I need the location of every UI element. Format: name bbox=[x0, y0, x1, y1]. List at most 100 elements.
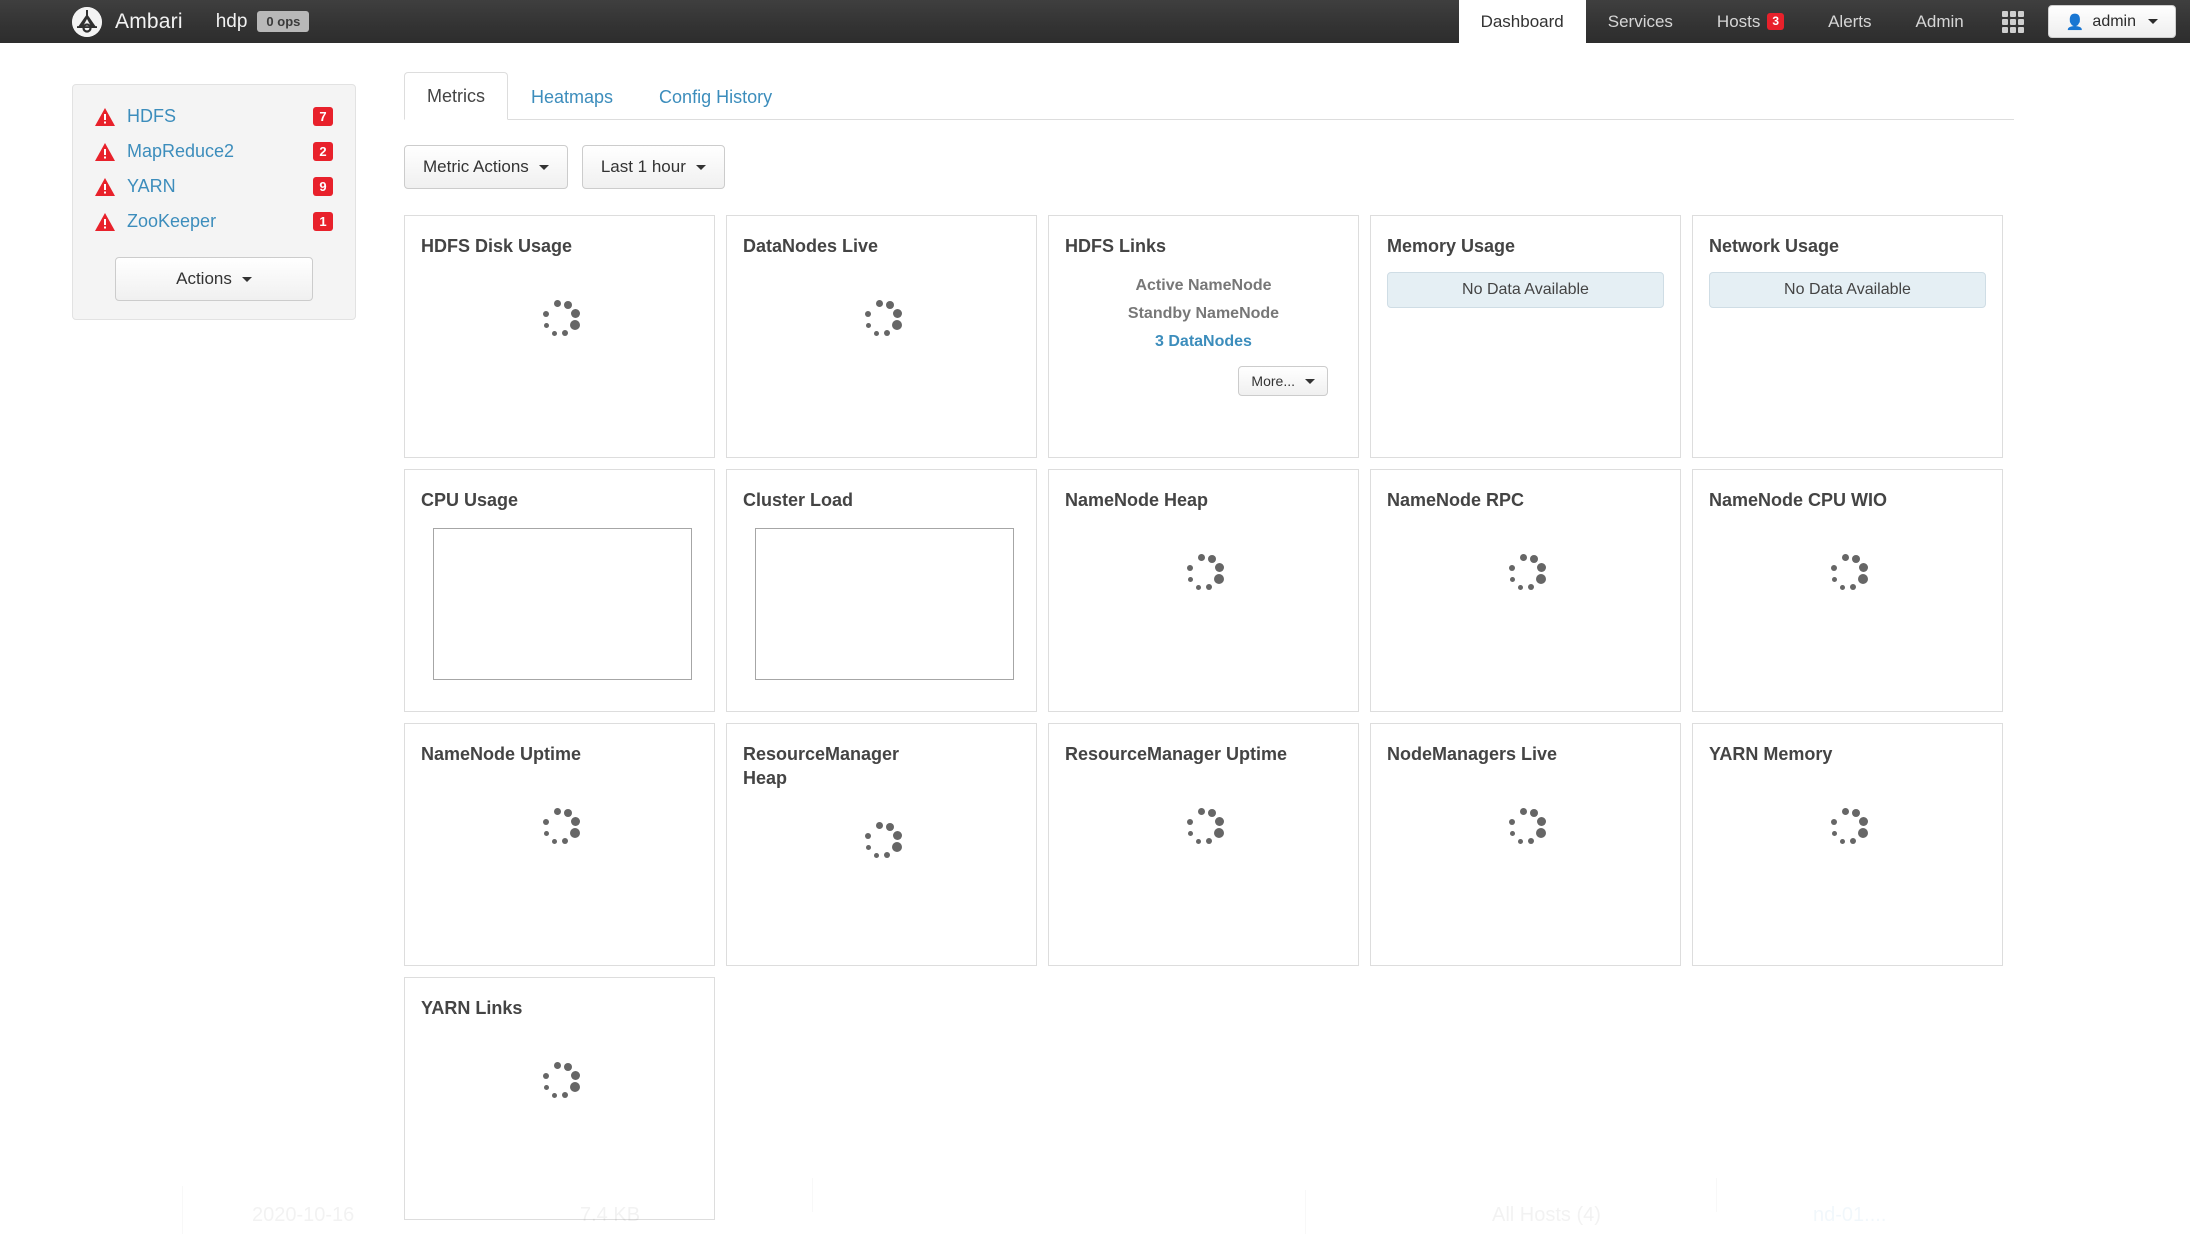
alert-triangle-icon bbox=[95, 177, 117, 196]
ambari-logo-icon[interactable] bbox=[72, 6, 102, 37]
chevron-down-icon bbox=[1305, 378, 1315, 384]
more-button-label: More... bbox=[1251, 373, 1295, 390]
loading-spinner-icon bbox=[1503, 553, 1549, 599]
chevron-down-icon bbox=[241, 276, 252, 282]
nav-item-services[interactable]: Services bbox=[1586, 0, 1695, 43]
user-icon: 👤 bbox=[2065, 13, 2085, 31]
chevron-down-icon bbox=[695, 164, 706, 170]
actions-button-wrap: Actions bbox=[73, 257, 355, 301]
nav-item-dashboard[interactable]: Dashboard bbox=[1458, 0, 1586, 43]
widget-resourcemanager-uptime[interactable]: ResourceManager Uptime bbox=[1048, 723, 1359, 966]
widget-title: ResourceManager Heap bbox=[743, 744, 900, 789]
loading-spinner-icon bbox=[1503, 807, 1549, 853]
tab-heatmaps[interactable]: Heatmaps bbox=[508, 73, 636, 121]
loading-spinner-wrap bbox=[421, 1024, 698, 1144]
sidebar-item-label: MapReduce2 bbox=[127, 141, 235, 161]
link-standby-namenode[interactable]: Standby NameNode bbox=[1065, 300, 1342, 328]
widget-cluster-load[interactable]: Cluster Load bbox=[726, 469, 1037, 712]
widget-title: HDFS Links bbox=[1065, 236, 1167, 256]
more-button-wrap: More... bbox=[1065, 366, 1342, 397]
link-datanodes[interactable]: 3 DataNodes bbox=[1065, 328, 1342, 356]
widget-nodemanagers-live[interactable]: NodeManagers Live bbox=[1370, 723, 1681, 966]
loading-spinner-icon bbox=[537, 299, 583, 345]
nav-item-label: Alerts bbox=[1828, 11, 1872, 31]
widget-namenode-heap[interactable]: NameNode Heap bbox=[1048, 469, 1359, 712]
metric-actions-button[interactable]: Metric Actions bbox=[404, 145, 568, 189]
apps-grid-button[interactable] bbox=[1986, 0, 2040, 43]
widget-namenode-uptime[interactable]: NameNode Uptime bbox=[404, 723, 715, 966]
widget-title: NodeManagers Live bbox=[1387, 744, 1558, 764]
widget-title: Network Usage bbox=[1709, 236, 1840, 256]
alert-triangle-icon bbox=[95, 212, 117, 231]
sidebar-item-label: YARN bbox=[127, 176, 176, 196]
main-content: Metrics Heatmaps Config History Metric A… bbox=[404, 71, 2014, 1220]
sidebar-item-yarn[interactable]: YARN 9 bbox=[73, 169, 355, 204]
sidebar-item-hdfs[interactable]: HDFS 7 bbox=[73, 99, 355, 134]
ops-badge[interactable]: 0 ops bbox=[257, 10, 310, 33]
tab-label: Metrics bbox=[427, 85, 485, 106]
widget-yarn-links[interactable]: YARN Links bbox=[404, 977, 715, 1220]
tab-metrics[interactable]: Metrics bbox=[404, 71, 508, 120]
loading-spinner-icon bbox=[859, 821, 905, 867]
loading-spinner-icon bbox=[537, 807, 583, 853]
widget-title: YARN Links bbox=[421, 998, 523, 1018]
loading-spinner-wrap bbox=[1709, 516, 1986, 636]
nav-item-label: Dashboard bbox=[1480, 11, 1564, 31]
widget-hdfs-links[interactable]: HDFS Links Active NameNode Standby NameN… bbox=[1048, 215, 1359, 458]
actions-button[interactable]: Actions bbox=[115, 257, 313, 301]
loading-spinner-icon bbox=[1825, 807, 1871, 853]
widget-memory-usage[interactable]: Memory Usage No Data Available bbox=[1370, 215, 1681, 458]
sidebar-item-badge: 7 bbox=[313, 106, 333, 127]
loading-spinner-wrap bbox=[1387, 770, 1664, 890]
hosts-badge: 3 bbox=[1767, 12, 1785, 31]
widget-cpu-usage[interactable]: CPU Usage bbox=[404, 469, 715, 712]
top-navbar: Ambari hdp 0 ops Dashboard Services Host… bbox=[0, 0, 2190, 43]
alert-triangle-icon bbox=[95, 107, 117, 126]
tab-label: Config History bbox=[659, 86, 773, 107]
sidebar-item-zookeeper[interactable]: ZooKeeper 1 bbox=[73, 204, 355, 239]
tab-config-history[interactable]: Config History bbox=[636, 73, 795, 121]
widget-datanodes-live[interactable]: DataNodes Live bbox=[726, 215, 1037, 458]
widget-title: HDFS Disk Usage bbox=[421, 236, 573, 256]
link-active-namenode[interactable]: Active NameNode bbox=[1065, 272, 1342, 300]
widget-title: YARN Memory bbox=[1709, 744, 1833, 764]
time-range-label: Last 1 hour bbox=[600, 157, 686, 176]
widget-namenode-rpc[interactable]: NameNode RPC bbox=[1370, 469, 1681, 712]
nav-right: Dashboard Services Hosts 3 Alerts Admin … bbox=[1458, 0, 2190, 43]
dashboard-tabs: Metrics Heatmaps Config History bbox=[404, 71, 2014, 121]
nav-item-alerts[interactable]: Alerts bbox=[1806, 0, 1893, 43]
metrics-toolbar: Metric Actions Last 1 hour bbox=[404, 145, 2014, 189]
no-data-badge: No Data Available bbox=[1709, 272, 1986, 309]
widget-yarn-memory[interactable]: YARN Memory bbox=[1692, 723, 2003, 966]
alert-triangle-icon bbox=[95, 142, 117, 161]
hdfs-links-more-button[interactable]: More... bbox=[1238, 366, 1328, 397]
chevron-down-icon bbox=[2148, 19, 2158, 24]
sidebar-item-mapreduce2[interactable]: MapReduce2 2 bbox=[73, 134, 355, 169]
widget-title: Memory Usage bbox=[1387, 236, 1516, 256]
loading-spinner-icon bbox=[537, 1061, 583, 1107]
sidebar-item-badge: 1 bbox=[313, 211, 333, 232]
cluster-name[interactable]: hdp bbox=[216, 11, 248, 33]
nav-item-label: Admin bbox=[1915, 11, 1964, 31]
widget-network-usage[interactable]: Network Usage No Data Available bbox=[1692, 215, 2003, 458]
brand-name[interactable]: Ambari bbox=[115, 10, 183, 34]
time-range-button[interactable]: Last 1 hour bbox=[581, 145, 725, 189]
widget-title: NameNode CPU WIO bbox=[1709, 490, 1888, 510]
widget-namenode-cpu-wio[interactable]: NameNode CPU WIO bbox=[1692, 469, 2003, 712]
footer-date: 2020-10-16 bbox=[252, 1204, 355, 1226]
service-summary-sidebar: HDFS 7 MapReduce2 2 YARN 9 ZooKeeper 1 A… bbox=[72, 84, 356, 320]
loading-spinner-icon bbox=[1181, 807, 1227, 853]
loading-spinner-icon bbox=[1181, 553, 1227, 599]
loading-spinner-wrap bbox=[1387, 516, 1664, 636]
widget-resourcemanager-heap[interactable]: ResourceManager Heap bbox=[726, 723, 1037, 966]
hdfs-links-list: Active NameNode Standby NameNode 3 DataN… bbox=[1065, 272, 1342, 356]
nav-item-admin[interactable]: Admin bbox=[1894, 0, 1986, 43]
user-menu-button[interactable]: 👤 admin bbox=[2047, 5, 2176, 38]
widget-hdfs-disk-usage[interactable]: HDFS Disk Usage bbox=[404, 215, 715, 458]
loading-spinner-wrap bbox=[1065, 516, 1342, 636]
actions-button-label: Actions bbox=[176, 269, 232, 288]
metric-actions-label: Metric Actions bbox=[423, 157, 529, 176]
widget-title: NameNode RPC bbox=[1387, 490, 1525, 510]
nav-item-hosts[interactable]: Hosts 3 bbox=[1695, 0, 1806, 43]
widget-title: NameNode Uptime bbox=[421, 744, 582, 764]
